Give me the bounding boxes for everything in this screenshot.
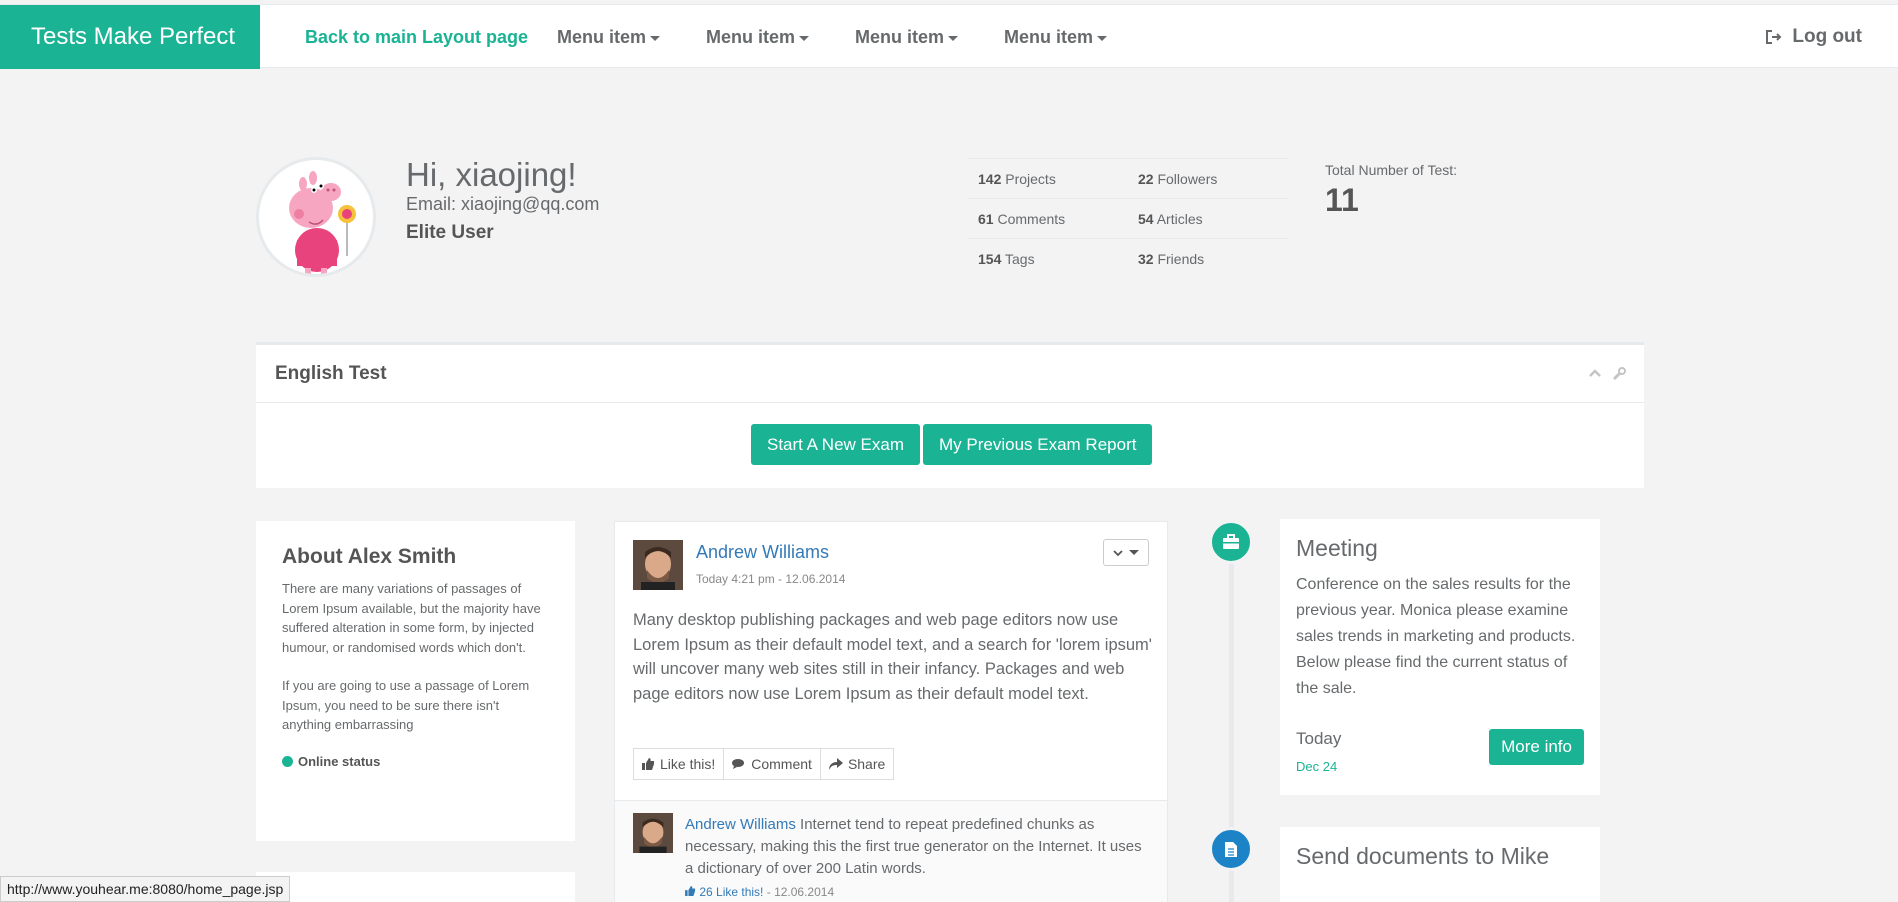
share-button[interactable]: Share xyxy=(820,748,895,780)
event-date: Dec 24 xyxy=(1296,759,1338,774)
author-avatar[interactable] xyxy=(633,540,683,590)
man-face-image xyxy=(633,813,673,853)
profile-stats: 142 Projects 22 Followers 61 Comments 54… xyxy=(968,158,1288,278)
stat-articles: 54 Articles xyxy=(1138,210,1203,227)
browser-status-url: http://www.youhear.me:8080/home_page.jsp xyxy=(0,876,291,902)
panel-tools xyxy=(1588,367,1626,381)
caret-down-icon xyxy=(948,35,959,41)
timeline-event-meeting: Meeting Conference on the sales results … xyxy=(1280,519,1600,795)
file-icon xyxy=(1225,841,1237,857)
stat-row: 154 Tags 32 Friends xyxy=(968,238,1288,278)
menu-item-3[interactable]: Menu item xyxy=(855,5,959,69)
greeting-heading: Hi, xiaojing! xyxy=(406,156,577,193)
previous-exam-report-button[interactable]: My Previous Exam Report xyxy=(923,424,1153,465)
start-new-exam-button[interactable]: Start A New Exam xyxy=(751,424,920,465)
back-to-layout-link[interactable]: Back to main Layout page xyxy=(305,5,528,69)
timeline-file-badge xyxy=(1209,827,1253,871)
secondary-card xyxy=(256,872,575,902)
stat-row: 142 Projects 22 Followers xyxy=(968,158,1288,198)
menu-item-4[interactable]: Menu item xyxy=(1004,5,1108,69)
peppa-pig-avatar-image xyxy=(289,171,356,274)
menu-item-1[interactable]: Menu item xyxy=(557,5,661,69)
chevron-down-icon xyxy=(1113,549,1123,556)
panel-divider xyxy=(256,402,1644,403)
about-paragraph-2: If you are going to use a passage of Lor… xyxy=(282,678,530,732)
caret-down-icon xyxy=(799,35,810,41)
top-navbar: Tests Make Perfect Back to main Layout p… xyxy=(0,4,1898,69)
post-body: Many desktop publishing packages and web… xyxy=(633,611,1152,703)
event-day: Today xyxy=(1296,729,1342,748)
timeline-event-send-documents: Send documents to Mike xyxy=(1280,827,1600,902)
stat-friends: 32 Friends xyxy=(1138,250,1205,267)
comments-icon xyxy=(732,759,745,769)
event-title: Send documents to Mike xyxy=(1296,843,1550,869)
online-status: Online status xyxy=(282,754,549,769)
post-timestamp: Today 4:21 pm - 12.06.2014 xyxy=(696,572,846,586)
post-options-dropdown[interactable] xyxy=(1103,539,1149,566)
post-actions: Like this! Comment Share xyxy=(633,748,895,780)
man-face-image xyxy=(633,540,683,590)
sign-out-icon xyxy=(1766,30,1782,44)
about-card: About Alex Smith There are many variatio… xyxy=(256,521,575,841)
total-tests-label: Total Number of Test: xyxy=(1325,162,1458,178)
brand-logo[interactable]: Tests Make Perfect xyxy=(0,5,260,69)
online-dot-icon xyxy=(282,755,293,767)
chevron-up-icon[interactable] xyxy=(1588,367,1602,379)
stat-tags: 154 Tags xyxy=(978,250,1035,267)
caret-down-icon xyxy=(1129,550,1139,555)
commenter-avatar[interactable] xyxy=(633,813,673,853)
wrench-icon[interactable] xyxy=(1612,367,1626,381)
like-button[interactable]: Like this! xyxy=(633,748,725,780)
comment-button[interactable]: Comment xyxy=(724,748,821,780)
timeline-briefcase-badge xyxy=(1209,520,1253,564)
total-tests-value: 11 xyxy=(1325,182,1359,218)
share-icon xyxy=(828,758,843,770)
comment-section: Andrew Williams Internet tend to repeat … xyxy=(615,800,1167,902)
more-info-button[interactable]: More info xyxy=(1489,729,1584,765)
commenter-name-link[interactable]: Andrew Williams xyxy=(685,816,796,833)
event-description: Conference on the sales results for the … xyxy=(1296,576,1576,697)
menu-item-2[interactable]: Menu item xyxy=(706,5,810,69)
author-name-link[interactable]: Andrew Williams xyxy=(696,542,829,563)
caret-down-icon xyxy=(1097,35,1108,41)
logout-button[interactable]: Log out xyxy=(1766,5,1862,69)
comment-text: Andrew Williams Internet tend to repeat … xyxy=(685,816,1142,877)
stat-projects: 142 Projects xyxy=(978,170,1056,187)
feed-post: Andrew Williams Today 4:21 pm - 12.06.20… xyxy=(614,521,1168,902)
user-level: Elite User xyxy=(406,222,494,243)
user-email: Email: xiaojing@qq.com xyxy=(406,194,600,214)
english-test-panel: English Test Start A New Exam My Previou… xyxy=(256,342,1644,488)
panel-title: English Test xyxy=(275,363,387,384)
stat-comments: 61 Comments xyxy=(978,210,1066,227)
stat-row: 61 Comments 54 Articles xyxy=(968,198,1288,238)
briefcase-icon xyxy=(1223,534,1239,549)
comment-meta: 26 Like this! - 12.06.2014 xyxy=(685,885,834,899)
comment-likes-link[interactable]: 26 Like this! xyxy=(685,885,767,899)
event-title: Meeting xyxy=(1296,535,1378,561)
stat-followers: 22 Followers xyxy=(1138,170,1218,187)
about-title: About Alex Smith xyxy=(282,545,457,568)
about-paragraph-1: There are many variations of passages of… xyxy=(282,581,541,655)
thumbs-up-icon xyxy=(685,886,696,896)
thumbs-up-icon xyxy=(642,758,654,770)
caret-down-icon xyxy=(650,35,661,41)
user-avatar xyxy=(256,157,376,277)
